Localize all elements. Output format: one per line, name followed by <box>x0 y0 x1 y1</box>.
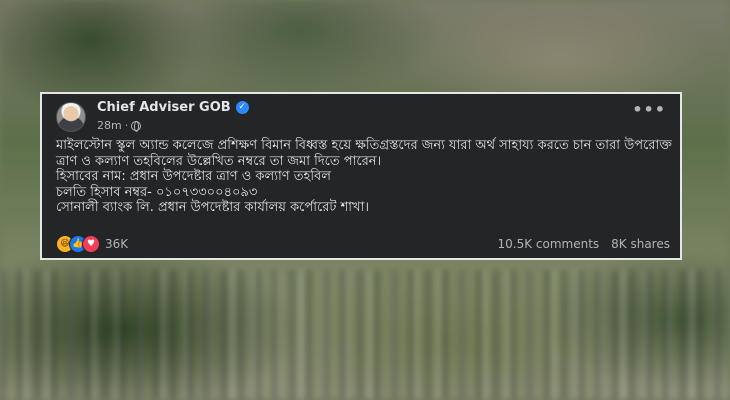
author-avatar[interactable] <box>56 102 86 132</box>
post-text-line: সোনালী ব্যাংক লি. প্রধান উপদেষ্টার কার্য… <box>56 200 369 215</box>
shares-count[interactable]: 8K shares <box>611 237 670 251</box>
globe-icon <box>131 120 142 132</box>
love-icon: ♥ <box>82 235 100 253</box>
post-text-line: হিসাবের নাম: প্রধান উপদেষ্টার ত্রাণ ও কল… <box>56 169 331 184</box>
post-text-line: চলতি হিসাব নম্বর- ০১০৭৩৩০০৪০৯৩ <box>56 184 258 200</box>
author-name[interactable]: Chief Adviser GOB <box>97 100 231 115</box>
post-stats: 10.5K comments 8K shares <box>497 237 670 251</box>
author-row: Chief Adviser GOB ✓ <box>97 100 249 115</box>
facebook-post-card: Chief Adviser GOB ✓ 28m · ••• মাইলস্টোন … <box>40 92 682 260</box>
post-time[interactable]: 28m <box>97 119 122 132</box>
verified-badge-icon: ✓ <box>235 101 249 114</box>
reaction-count[interactable]: 36K <box>105 237 128 251</box>
background-crowd <box>0 270 730 400</box>
comments-count[interactable]: 10.5K comments <box>497 237 599 251</box>
post-text-line: মাইলস্টোন স্কুল অ্যান্ড কলেজে প্রশিক্ষণ … <box>56 138 672 169</box>
post-meta: 28m · <box>97 119 142 132</box>
reactions[interactable]: 😆 👍 ♥ <box>56 235 100 253</box>
post-footer: 😆 👍 ♥ 36K 10.5K comments 8K shares <box>56 235 670 253</box>
post-text: মাইলস্টোন স্কুল অ্যান্ড কলেজে প্রশিক্ষণ … <box>56 138 676 216</box>
more-options-button[interactable]: ••• <box>632 100 666 119</box>
